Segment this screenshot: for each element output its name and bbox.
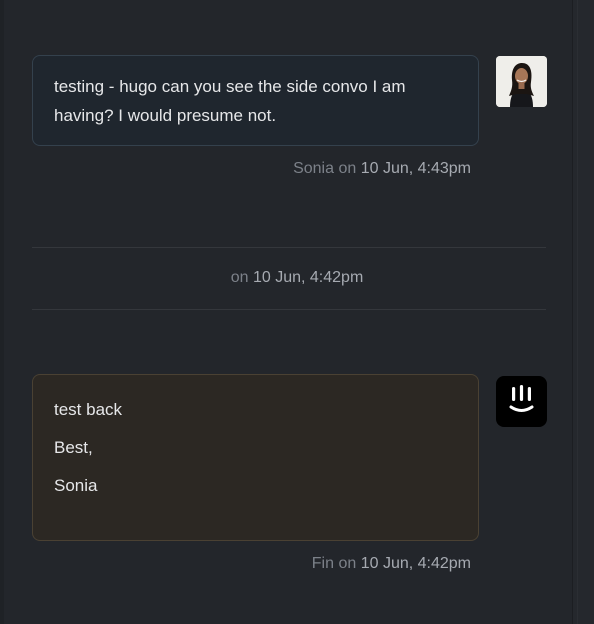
divider: [32, 309, 546, 310]
fin-bot-avatar[interactable]: [496, 376, 547, 427]
message-line: test back: [54, 400, 123, 419]
scrollbar-track[interactable]: [572, 0, 594, 624]
author-name: Fin: [311, 555, 334, 572]
left-edge: [0, 0, 4, 624]
meta-on: on: [338, 555, 357, 572]
message-line: Sonia: [54, 476, 98, 495]
fin-bot-logo-icon: [509, 385, 534, 412]
conversation-panel: testing - hugo can you see the side conv…: [0, 0, 594, 624]
meta-on: on: [338, 160, 357, 177]
timestamp[interactable]: 10 Jun, 4:43pm: [361, 160, 471, 177]
message-bubble-reply[interactable]: test back Best, Sonia: [32, 374, 479, 541]
timestamp[interactable]: 10 Jun, 4:42pm: [361, 555, 471, 572]
divider: [32, 247, 546, 248]
user-avatar-photo: [496, 56, 547, 107]
message-bubble-note[interactable]: testing - hugo can you see the side conv…: [32, 55, 479, 146]
scrollbar-line: [577, 0, 578, 624]
message-line: Best,: [54, 438, 93, 457]
author-name: Sonia: [293, 160, 334, 177]
message-text: testing - hugo can you see the side conv…: [54, 77, 406, 125]
meta-on: on: [230, 269, 249, 286]
timestamp[interactable]: 10 Jun, 4:42pm: [253, 269, 363, 286]
event-separator: on 10 Jun, 4:42pm: [0, 269, 594, 287]
user-avatar[interactable]: [496, 56, 547, 107]
message-meta: Fin on 10 Jun, 4:42pm: [312, 555, 471, 573]
message-meta: Sonia on 10 Jun, 4:43pm: [293, 160, 471, 178]
